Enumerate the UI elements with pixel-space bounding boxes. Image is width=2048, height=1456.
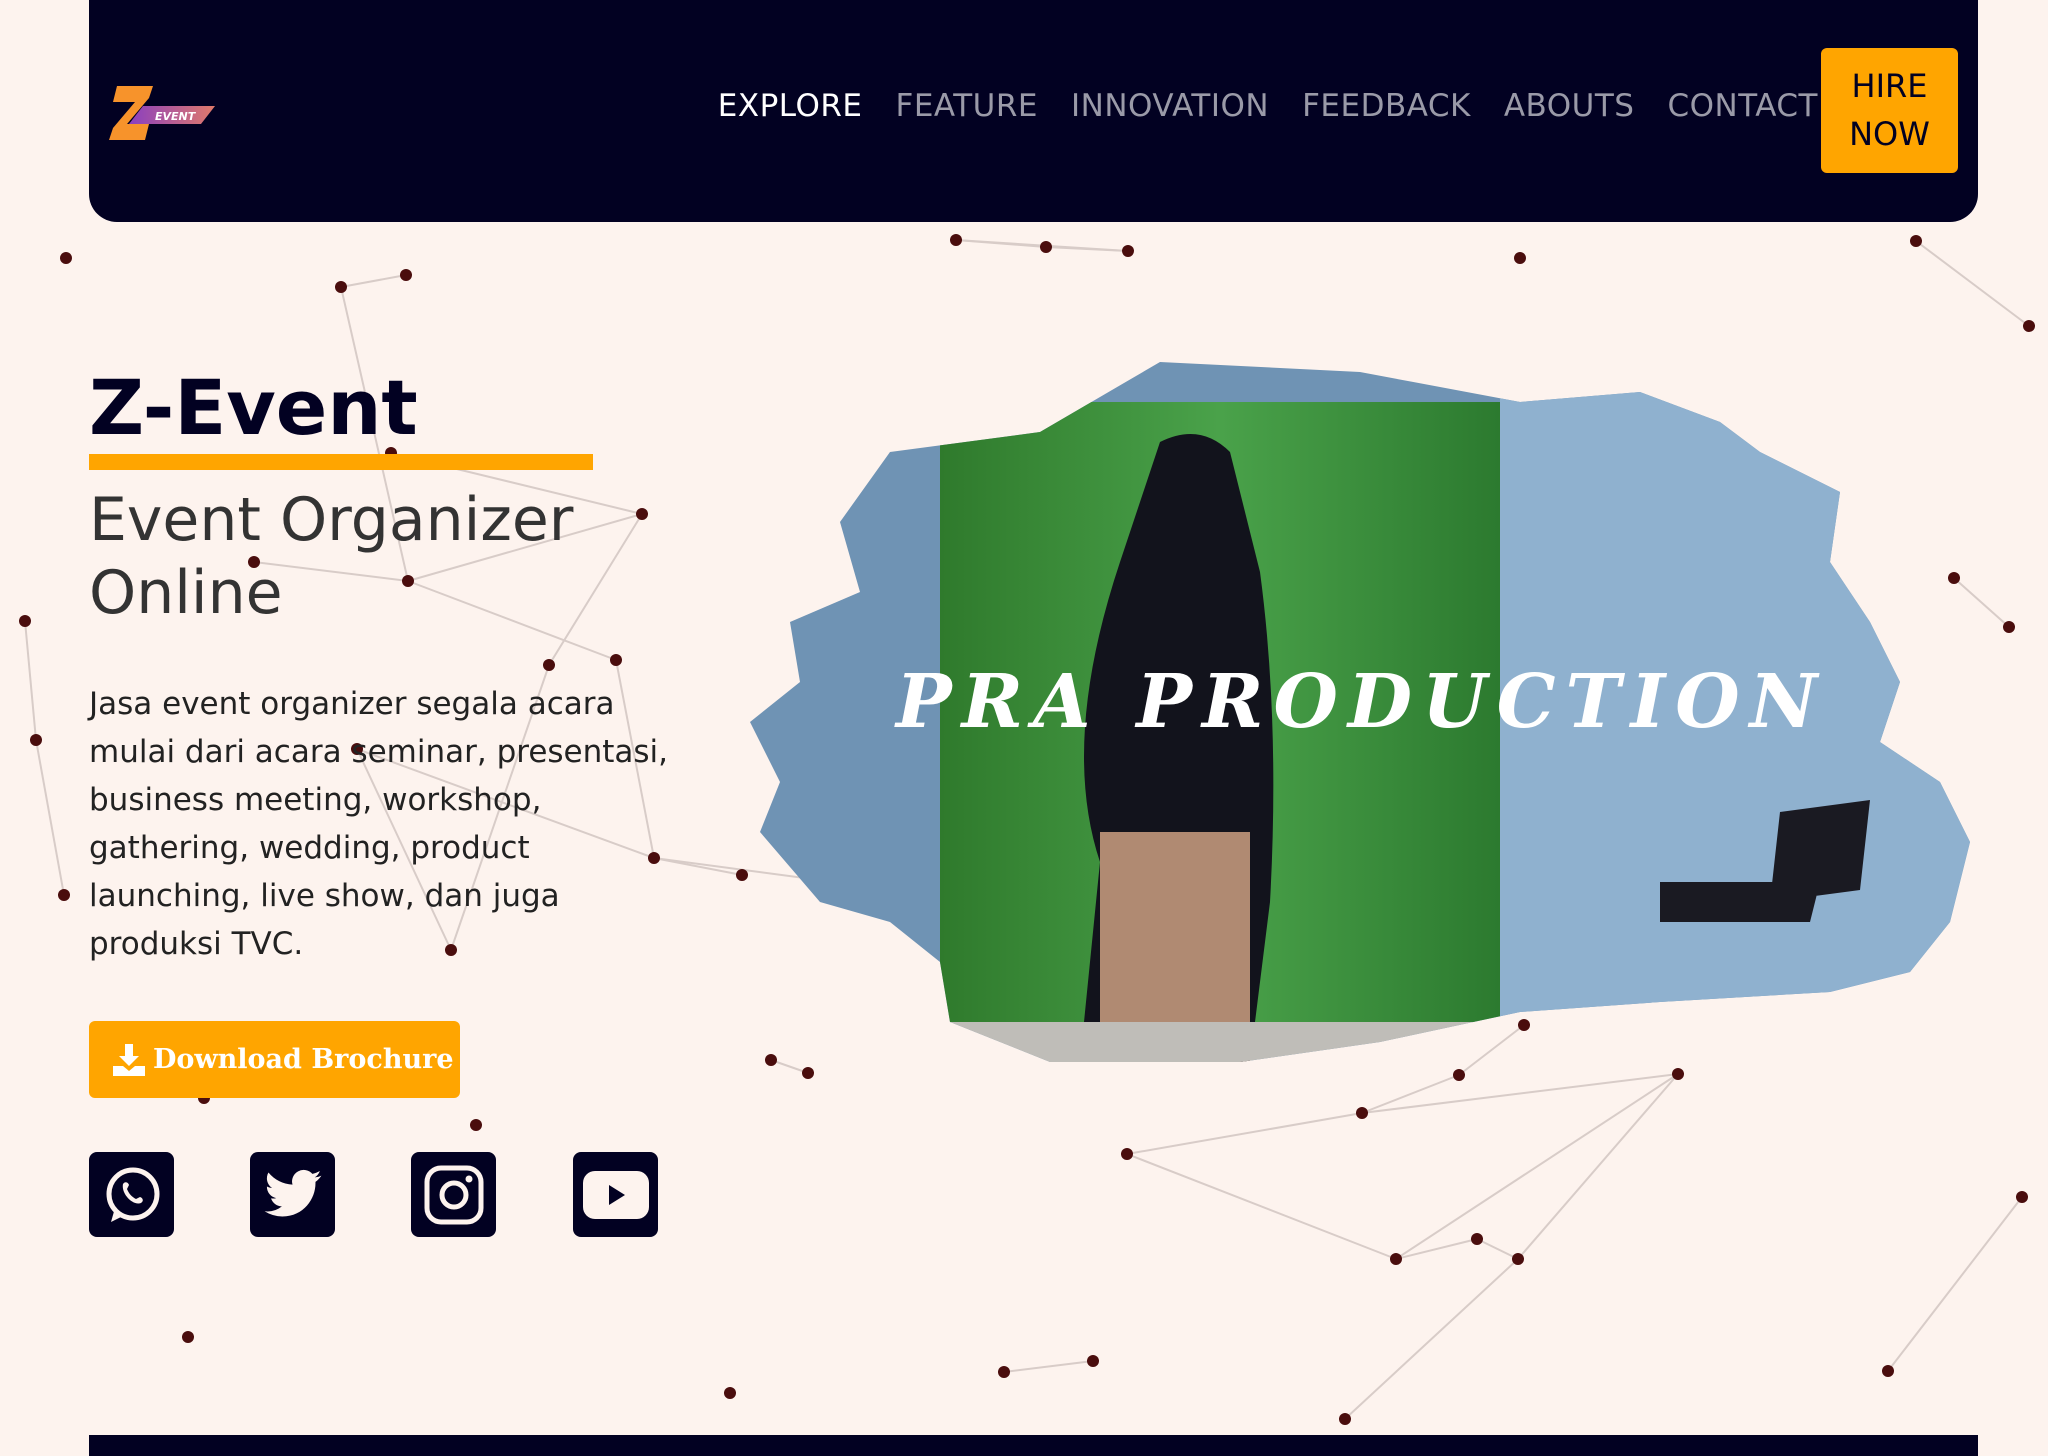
youtube-icon <box>582 1170 649 1219</box>
twitter-icon <box>264 1169 321 1216</box>
title-underline <box>89 454 593 470</box>
network-dot <box>2016 1191 2028 1203</box>
network-dot <box>1122 245 1134 257</box>
network-dot <box>1672 1068 1684 1080</box>
network-dot <box>2003 621 2015 633</box>
hire-label: HIRE <box>1851 67 1928 105</box>
network-dot <box>19 615 31 627</box>
network-dot <box>1121 1148 1133 1160</box>
twitter-button[interactable] <box>250 1152 335 1237</box>
navbar: EVENT EXPLORE FEATURE INNOVATION FEEDBAC… <box>89 0 1978 222</box>
network-dot <box>1356 1107 1368 1119</box>
network-dot <box>950 234 962 246</box>
network-dot <box>1512 1253 1524 1265</box>
download-icon <box>113 1043 145 1076</box>
subtitle-line-1: Event Organizer <box>89 485 574 555</box>
nav-abouts[interactable]: ABOUTS <box>1504 88 1635 124</box>
network-line <box>24 620 37 741</box>
nav-innovation[interactable]: INNOVATION <box>1071 88 1269 124</box>
network-line <box>1887 1196 2023 1372</box>
network-dot <box>1339 1413 1351 1425</box>
hero-description: Jasa event organizer segala acara mulai … <box>89 686 669 962</box>
subtitle-line-2: Online <box>89 558 283 628</box>
instagram-button[interactable] <box>411 1152 496 1237</box>
network-line <box>1344 1258 1519 1420</box>
network-dot <box>1453 1069 1465 1081</box>
network-line <box>1476 1238 1519 1260</box>
network-line <box>340 274 407 288</box>
network-dot <box>724 1387 736 1399</box>
video-caption: PRA PRODUCTION <box>894 659 1827 745</box>
page-title: Z-Event <box>89 363 418 452</box>
network-dot <box>1390 1253 1402 1265</box>
pra-production-video-thumbnail[interactable]: PRA PRODUCTION <box>740 362 1975 1062</box>
nav-feature[interactable]: FEATURE <box>896 88 1038 124</box>
download-label: Download Brochure <box>153 1044 454 1075</box>
subtitle: Event Organizer Online <box>89 484 709 630</box>
z-event-logo[interactable]: EVENT <box>109 84 219 144</box>
hire-now-button[interactable]: HIRE NOW <box>1821 48 1958 173</box>
network-dot <box>1471 1233 1483 1245</box>
network-dot <box>182 1331 194 1343</box>
main-menu: EXPLORE FEATURE INNOVATION FEEDBACK ABOU… <box>718 88 1818 124</box>
network-line <box>1915 240 2030 327</box>
network-dot <box>400 269 412 281</box>
network-dot <box>1910 235 1922 247</box>
network-line <box>1395 1073 1679 1260</box>
network-dot <box>802 1067 814 1079</box>
network-dot <box>335 281 347 293</box>
instagram-icon <box>424 1165 483 1224</box>
nav-explore[interactable]: EXPLORE <box>718 88 863 124</box>
footer-section-edge <box>89 1435 1978 1456</box>
network-dot <box>58 889 70 901</box>
network-line <box>1517 1073 1679 1260</box>
network-line <box>1395 1238 1478 1260</box>
network-dot <box>998 1366 1010 1378</box>
network-line <box>1003 1360 1094 1373</box>
now-label: NOW <box>1849 115 1930 153</box>
nav-contact[interactable]: CONTACT <box>1667 88 1818 124</box>
nav-feedback[interactable]: FEEDBACK <box>1302 88 1471 124</box>
network-dot <box>1040 241 1052 253</box>
hero-text: Z-Event Event Organizer Online Jasa event… <box>89 360 709 968</box>
youtube-button[interactable] <box>573 1152 658 1237</box>
network-dot <box>1087 1355 1099 1367</box>
svg-text:EVENT: EVENT <box>155 110 197 123</box>
network-dot <box>470 1119 482 1131</box>
network-dot <box>1514 252 1526 264</box>
network-line <box>1126 1153 1397 1260</box>
network-dot <box>60 252 72 264</box>
network-dot <box>30 734 42 746</box>
whatsapp-button[interactable] <box>89 1152 174 1237</box>
network-dot <box>1882 1365 1894 1377</box>
whatsapp-icon <box>106 1167 159 1222</box>
network-line <box>1126 1112 1363 1155</box>
network-line <box>35 739 65 896</box>
download-brochure-button[interactable]: Download Brochure <box>89 1021 460 1098</box>
network-dot <box>2023 320 2035 332</box>
